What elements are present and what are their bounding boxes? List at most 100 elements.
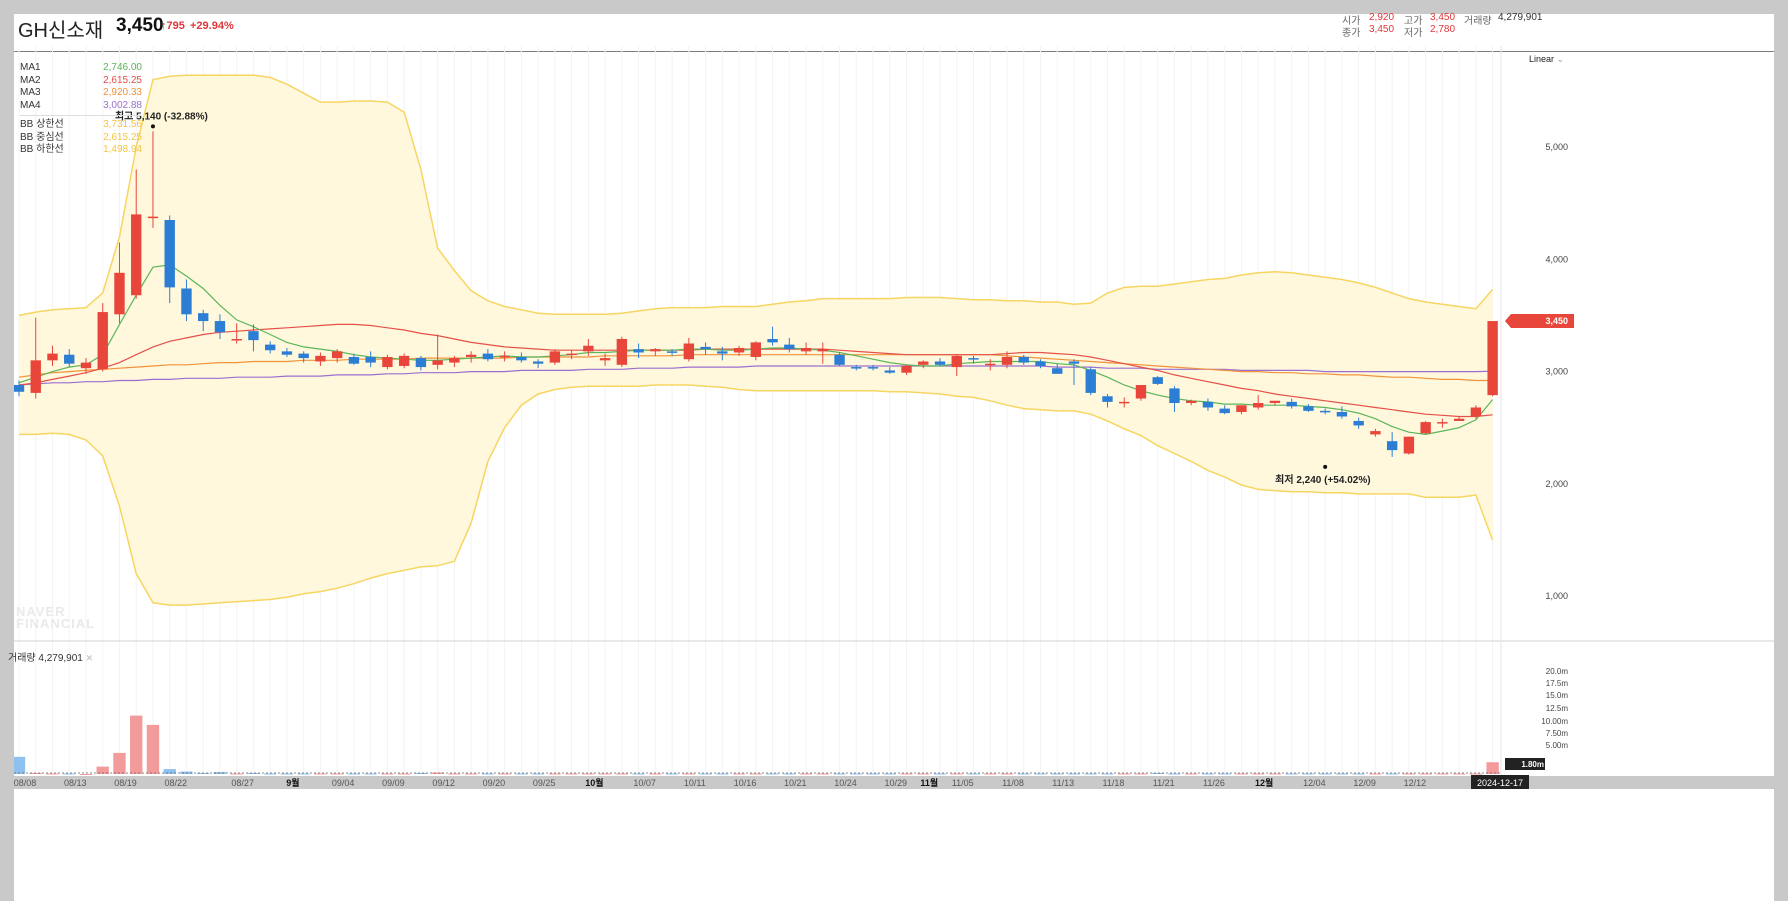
volume-bar [1285,773,1298,775]
candle-body [181,288,192,315]
volume-bar [850,773,863,775]
volume-bar [766,773,779,775]
candle-body [599,358,611,361]
volume-bar [1118,773,1131,775]
volume-axis-label: 12.5m [1546,704,1569,713]
volume-bar [498,773,511,775]
candle-body [1236,405,1247,412]
x-axis-label: 11/18 [1103,778,1125,788]
volume-bar [263,773,277,775]
candle-body [231,339,242,341]
volume-bar [46,773,59,775]
legend-value: 2,615.25 [103,131,142,143]
candle-body [97,312,108,370]
volume-bar [917,773,930,775]
candle-body [1018,356,1029,363]
candle-body [951,355,962,368]
legend-row[interactable]: BB 중심선 2,615.25 [20,132,142,145]
volume-bar [665,773,679,775]
candle-body [1001,356,1013,365]
candle-body [918,361,929,365]
volume-bar [14,756,26,774]
candle-body [1085,369,1096,393]
chevron-down-icon: ⌄ [1556,54,1565,64]
legend-value: 3,731.56 [103,119,142,130]
candle-body [1336,411,1348,417]
volume-bar [950,773,963,775]
x-axis-label: 10/29 [885,778,908,788]
x-axis-label: 11월 [920,777,938,788]
candle-body [767,339,778,343]
candle-body [14,385,25,392]
candle-body [851,367,862,369]
volume-bar [1101,773,1114,775]
x-axis-label: 10/16 [734,778,757,788]
volume-bar [967,773,980,775]
legend-label: BB 상한선 [20,119,64,130]
volume-bar [347,773,361,775]
scale-mode-button[interactable]: Linear ⌄ [1529,54,1564,65]
volume-bar [615,773,629,775]
legend-row[interactable]: MA3 2,920.33 [20,87,142,100]
volume-axis-tag-label: 1.80m [1521,760,1544,769]
legend-row[interactable]: MA2 2,615.25 [20,75,142,88]
candle-body [415,358,427,368]
volume-bar [314,773,327,775]
volume-bar [247,773,260,775]
volume-bar [716,773,729,775]
candle-body [198,313,209,322]
volume-bar [1168,773,1181,775]
x-axis-label: 10/11 [684,778,706,788]
volume-bar [1084,773,1097,775]
volume-bar [783,773,796,775]
legend-row[interactable]: MA1 2,746.00 [20,62,142,75]
legend-row[interactable]: BB 상한선 3,731.56 [20,119,142,132]
legend-row[interactable]: MA4 3,002.88 [20,100,142,113]
volume-bar [230,773,243,775]
volume-bar [297,773,310,775]
candle-body [700,346,711,350]
candle-body [733,347,745,353]
legend-label: BB 중심선 [20,131,64,143]
volume-bar [732,773,746,775]
x-axis-label: 08/19 [114,778,137,788]
price-axis-label: 1,000 [1545,591,1568,601]
price-chart[interactable]: 최고 5,140 (-32.88%)최저 2,240 (+54.02%)1,00… [14,14,1774,901]
x-axis-label: 12/12 [1404,778,1427,788]
legend-value: 2,615.25 [103,74,142,86]
volume-axis-label: 17.5m [1546,679,1569,688]
candle-body [566,353,577,356]
legend-value: 2,746.00 [103,62,142,73]
x-axis-label: 09/09 [382,778,405,788]
volume-bar [900,773,913,775]
x-axis-label: 11/08 [1002,778,1024,788]
volume-bar [1486,762,1499,774]
x-axis-label: 09/12 [432,778,455,788]
current-date-label: 2024-12-17 [1477,778,1523,788]
volume-bar [515,773,528,775]
candle-body [516,356,527,361]
candle-body [382,356,393,368]
price-axis-label: 4,000 [1545,254,1568,264]
candle-body [683,343,695,360]
volume-bar [1051,773,1064,775]
candle-body [901,365,912,373]
candle-body [616,339,628,365]
candle-body [583,345,594,352]
volume-bar [1201,773,1215,775]
x-axis-label: 10/24 [834,778,857,788]
volume-bar [682,773,696,775]
volume-bar [699,773,712,775]
candle-body [1269,400,1281,403]
volume-bar [1436,773,1449,775]
close-icon[interactable]: ✕ [86,653,94,663]
volume-bar [330,773,344,775]
candle-body [934,361,946,365]
candle-body [248,331,259,341]
candle-body [348,356,360,364]
candle-body [80,362,92,369]
volume-bar [1402,773,1416,775]
candle-body [499,355,510,358]
legend-row[interactable]: BB 하한선 1,498.94 [20,144,142,157]
volume-bar [531,773,545,775]
